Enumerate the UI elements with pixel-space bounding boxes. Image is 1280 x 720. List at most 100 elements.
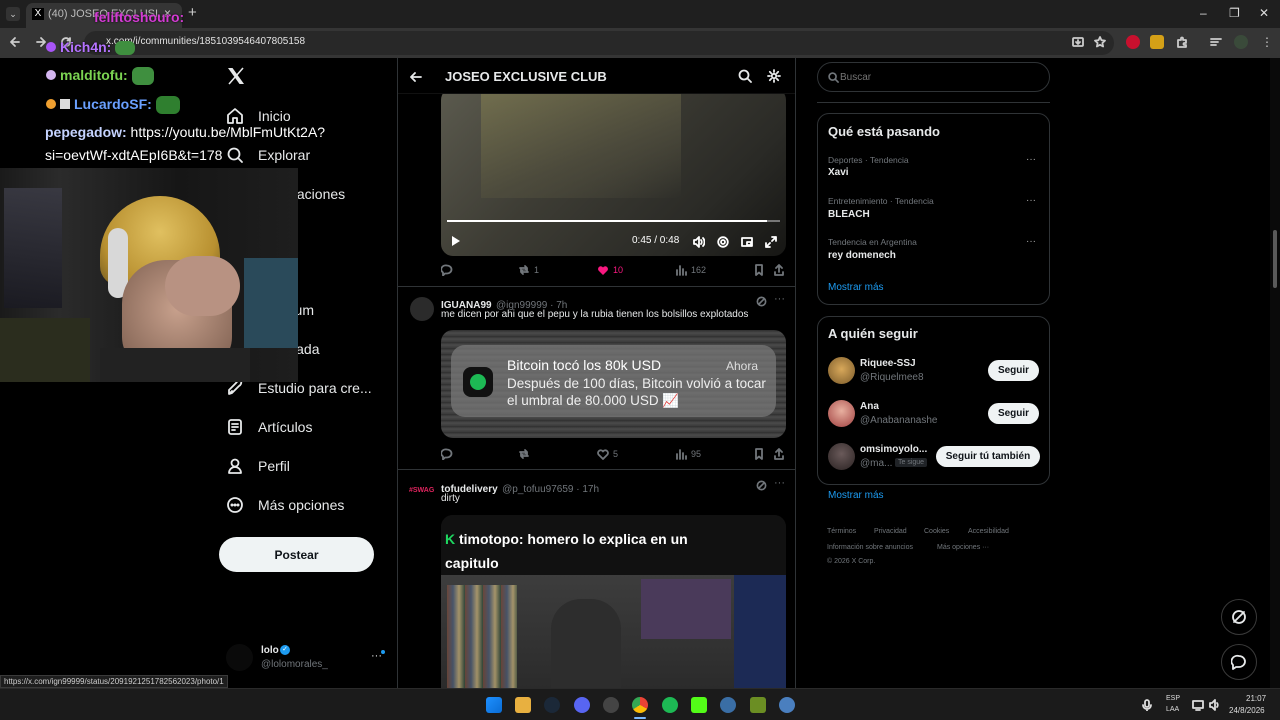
share-icon[interactable] <box>773 448 785 460</box>
trend-more-icon[interactable]: ··· <box>1026 154 1036 165</box>
tweet-more-icon[interactable]: ··· <box>774 293 785 305</box>
views-button[interactable]: 162 <box>675 264 706 276</box>
show-more-link[interactable]: Mostrar más <box>828 490 884 501</box>
bookmark-icon[interactable] <box>753 264 765 276</box>
extensions-puzzle-icon[interactable] <box>1176 36 1188 48</box>
tweet[interactable]: #SWAG tofudelivery @p_tofuu97659 · 17h ·… <box>398 470 795 688</box>
tweet[interactable]: IGUANA99 @ign99999 · 7h ··· me dicen por… <box>398 287 795 469</box>
account-switcher[interactable]: lolo ✓ @lolomorales_ ··· <box>226 644 391 674</box>
reply-button[interactable] <box>441 448 457 460</box>
bookmark-icon[interactable] <box>753 448 765 460</box>
app-icon[interactable] <box>720 697 736 713</box>
chrome-icon[interactable] <box>632 697 648 713</box>
sidebar-item-articulos[interactable]: Artículos <box>226 415 312 439</box>
follow-button[interactable]: Seguir tú también <box>936 446 1040 467</box>
search-input[interactable] <box>840 69 1040 85</box>
avatar[interactable] <box>828 443 855 470</box>
install-app-icon[interactable] <box>1072 36 1084 48</box>
follow-name[interactable]: Ana <box>860 401 879 412</box>
discord-icon[interactable] <box>574 697 590 713</box>
x-logo-icon[interactable] <box>226 66 246 86</box>
maximize-button[interactable]: ❐ <box>1229 6 1240 20</box>
footer-link[interactable]: Accesibilidad <box>968 528 1009 535</box>
follow-button[interactable]: Seguir <box>988 360 1039 381</box>
repost-button[interactable] <box>518 448 534 460</box>
sidebar-item-perfil[interactable]: Perfil <box>226 454 290 478</box>
kick-icon[interactable] <box>691 697 707 713</box>
fullscreen-icon[interactable] <box>765 236 777 248</box>
start-windows-icon[interactable] <box>486 697 502 713</box>
tweet-more-icon[interactable]: ··· <box>774 477 785 489</box>
spotify-icon[interactable] <box>662 697 678 713</box>
app-icon[interactable] <box>779 697 795 713</box>
app-icon[interactable] <box>750 697 766 713</box>
address-bar[interactable]: x.com/i/communities/1851039546407805158 <box>84 31 1114 55</box>
footer-link[interactable]: Términos <box>827 528 856 535</box>
obs-icon[interactable] <box>603 697 619 713</box>
keyboard-layout[interactable]: LAA <box>1166 706 1179 713</box>
bookmark-star-icon[interactable] <box>1094 36 1106 48</box>
clock-time[interactable]: 21:07 <box>1246 694 1266 703</box>
like-button[interactable]: 5 <box>597 448 618 460</box>
grok-floating-button[interactable] <box>1221 599 1257 635</box>
search-box[interactable] <box>817 62 1050 92</box>
file-explorer-icon[interactable] <box>515 697 531 713</box>
steam-icon[interactable] <box>544 697 560 713</box>
sidebar-item-explorar[interactable]: Explorar <box>226 143 310 167</box>
extension-icon[interactable] <box>1126 35 1140 49</box>
play-icon[interactable] <box>451 236 461 246</box>
profile-avatar-icon[interactable] <box>1234 35 1248 49</box>
follow-name[interactable]: Riquee-SSJ <box>860 358 916 369</box>
extension-icon[interactable] <box>1150 35 1164 49</box>
minimize-button[interactable]: – <box>1200 6 1207 20</box>
footer-link[interactable]: Cookies <box>924 528 949 535</box>
settings-gear-icon[interactable] <box>717 236 729 248</box>
like-button[interactable]: 10 <box>597 264 623 276</box>
footer-link[interactable]: Información sobre anuncios <box>827 544 913 551</box>
tab-list-button[interactable]: ⌄ <box>6 7 20 21</box>
scrollbar-thumb[interactable] <box>1273 230 1277 288</box>
clock-date[interactable]: 24/8/2026 <box>1229 706 1265 715</box>
follow-name[interactable]: omsimoyolo... <box>860 444 927 455</box>
video-player[interactable]: 0:45 / 0:48 <box>441 88 786 256</box>
microphone-icon[interactable] <box>1142 699 1152 711</box>
post-button[interactable]: Postear <box>219 537 374 572</box>
follow-button[interactable]: Seguir <box>988 403 1039 424</box>
community-title[interactable]: JOSEO EXCLUSIVE CLUB <box>445 69 607 84</box>
trend-more-icon[interactable]: ··· <box>1026 195 1036 206</box>
footer-link[interactable]: Más opciones ··· <box>937 544 989 551</box>
url-text[interactable]: x.com/i/communities/1851039546407805158 <box>106 36 305 47</box>
browser-menu-icon[interactable]: ⋮ <box>1261 35 1273 49</box>
avatar[interactable] <box>828 357 855 384</box>
pip-icon[interactable] <box>741 236 753 248</box>
grok-icon[interactable] <box>756 296 767 307</box>
reply-button[interactable] <box>441 264 457 276</box>
views-button[interactable]: 95 <box>675 448 701 460</box>
show-more-link[interactable]: Mostrar más <box>828 282 884 293</box>
account-handle: @lolomorales_ <box>261 659 328 670</box>
tweet-video[interactable]: K timotopo: homero lo explica en un capi… <box>441 515 786 688</box>
avatar[interactable] <box>410 297 434 321</box>
avatar[interactable] <box>828 400 855 427</box>
gear-icon[interactable] <box>767 69 781 83</box>
volume-icon[interactable] <box>693 236 705 248</box>
language-indicator[interactable]: ESP <box>1166 695 1180 702</box>
network-icon[interactable] <box>1192 699 1204 711</box>
repost-button[interactable]: 1 <box>518 264 539 276</box>
close-window-button[interactable]: ✕ <box>1259 6 1269 20</box>
back-arrow-icon[interactable] <box>9 36 21 48</box>
media-controls-icon[interactable] <box>1210 36 1222 48</box>
page-scrollbar[interactable] <box>1270 58 1280 688</box>
tweet-image[interactable]: Bitcoin tocó los 80k USD Ahora Después d… <box>441 330 786 438</box>
messages-floating-button[interactable] <box>1221 644 1257 680</box>
search-icon[interactable] <box>738 69 752 83</box>
volume-icon[interactable] <box>1209 699 1221 711</box>
trend-more-icon[interactable]: ··· <box>1026 236 1036 247</box>
sidebar-item-mas-opciones[interactable]: Más opciones <box>226 493 344 517</box>
back-arrow-icon[interactable] <box>410 71 422 83</box>
share-icon[interactable] <box>773 264 785 276</box>
new-tab-button[interactable]: + <box>188 4 197 21</box>
footer-link[interactable]: Privacidad <box>874 528 907 535</box>
tweet-author-handle[interactable]: @p_tofuu97659 · 17h <box>502 484 599 495</box>
grok-icon[interactable] <box>756 480 767 491</box>
